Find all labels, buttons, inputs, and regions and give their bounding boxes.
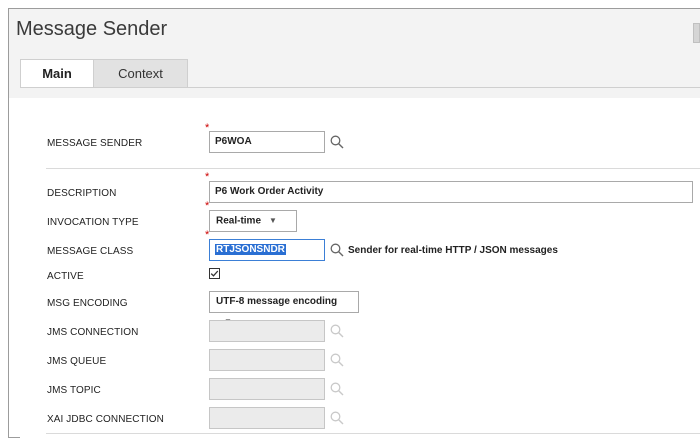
message-sender-field[interactable]: P6WOA [209,131,325,153]
bottom-divider [46,433,700,434]
jms-connection-field [209,320,325,342]
msg-encoding-select[interactable]: UTF-8 message encoding▼ [209,291,359,326]
xai-jdbc-connection-label: XAI JDBC CONNECTION [47,414,164,425]
jms-topic-label: JMS TOPIC [47,385,101,396]
msg-encoding-value: UTF-8 message encoding [216,296,338,307]
section-divider [46,168,700,169]
jms-connection-label: JMS CONNECTION [47,327,139,338]
msg-encoding-label: MSG ENCODING [47,298,128,309]
invocation-type-label: INVOCATION TYPE [47,217,139,228]
invocation-type-value: Real-time [216,215,262,227]
message-class-value: RTJSONSNDR [215,244,286,255]
active-label: ACTIVE [47,271,84,282]
description-field[interactable]: P6 Work Order Activity [209,181,693,203]
xai-jdbc-connection-field [209,407,325,429]
search-icon [330,324,344,338]
message-class-label: MESSAGE CLASS [47,246,134,257]
tab-context[interactable]: Context [94,59,188,87]
message-class-field[interactable]: RTJSONSNDR [209,239,325,261]
message-sender-label: MESSAGE SENDER [47,138,143,149]
search-icon[interactable] [330,135,344,149]
search-icon [330,382,344,396]
search-icon[interactable] [330,243,344,257]
jms-queue-label: JMS QUEUE [47,356,107,367]
search-icon [330,353,344,367]
chevron-down-icon: ▼ [269,216,277,225]
jms-queue-field [209,349,325,371]
message-sender-window: Message Sender Main Context MESSAGE SEND… [8,8,700,438]
page-title: Message Sender [16,18,168,40]
tab-divider [20,87,700,88]
form-area: MESSAGE SENDER * P6WOA DESCRIPTION * P6 … [20,98,700,438]
jms-topic-field [209,378,325,400]
tab-bar: Main Context [20,59,188,87]
description-label: DESCRIPTION [47,188,117,199]
scroll-handle[interactable] [693,23,700,43]
tab-main[interactable]: Main [20,59,94,87]
search-icon [330,411,344,425]
invocation-type-select[interactable]: Real-time ▼ [209,210,297,232]
message-class-description: Sender for real-time HTTP / JSON message… [348,245,558,256]
checkbox-checked-icon[interactable] [209,268,220,279]
